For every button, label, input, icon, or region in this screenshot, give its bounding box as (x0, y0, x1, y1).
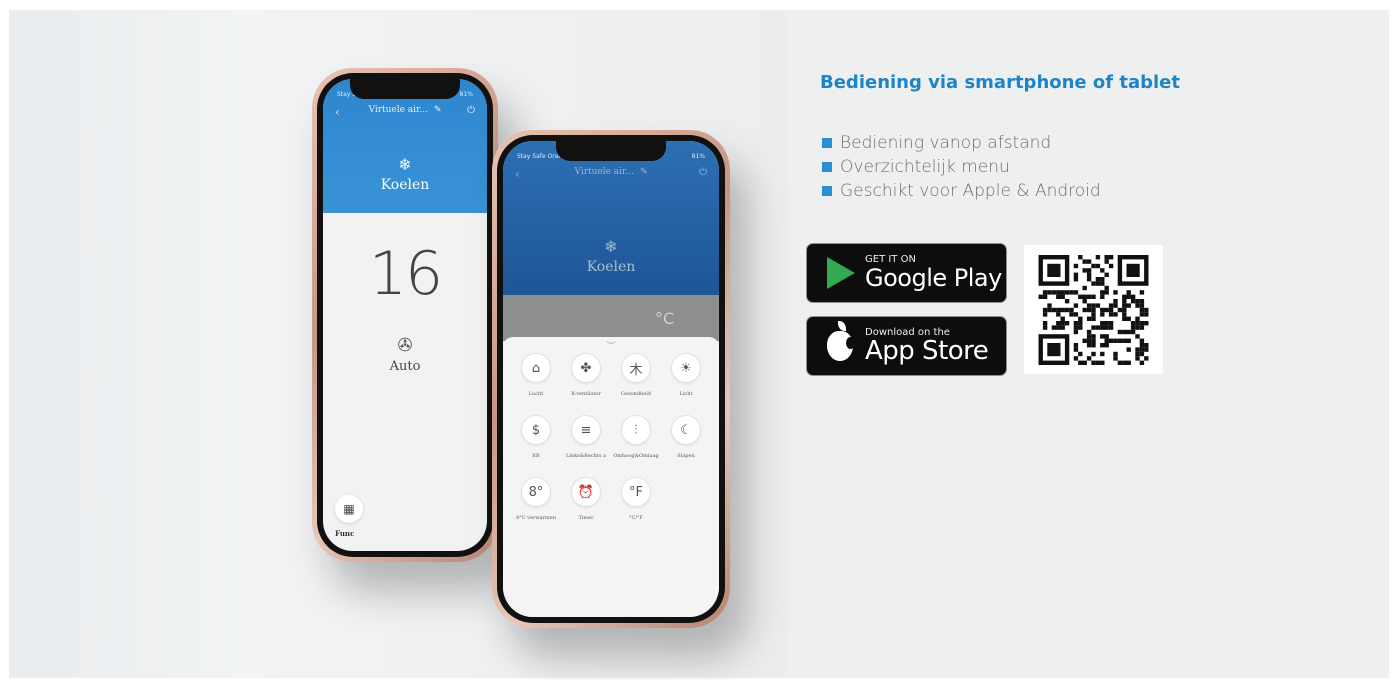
function-icon: ⏰ (571, 477, 601, 507)
battery-text: 81% (459, 91, 473, 98)
app-store-badge[interactable]: Download on the App Store (806, 316, 1007, 376)
function-icon: ☀ (671, 353, 701, 383)
function-label: °C/°F (629, 515, 643, 521)
function-button[interactable]: 8° 8°C verwarmen (511, 477, 561, 529)
function-icon: ☾ (671, 415, 701, 445)
function-label: Links&Rechts a (565, 453, 607, 459)
function-button[interactable]: ☀ Licht (661, 353, 711, 405)
feature-list: Bediening vanop afstand Overzichtelijk m… (822, 131, 1101, 203)
device-name[interactable]: Virtuele air... (574, 167, 633, 177)
function-label: Timer (578, 515, 594, 521)
function-label: Lucht (528, 391, 544, 397)
snowflake-icon: ❄ (604, 237, 618, 256)
function-label: Gezondheid (621, 391, 651, 397)
mode-header: Stay Safe Orange B 4G 09:18 81% ‹ Virtue… (503, 141, 719, 295)
function-label: Slapen (677, 453, 695, 459)
chevron-down-icon[interactable]: ︶ (606, 339, 615, 352)
function-grid: ⌂ Lucht ✤ X-ventilator ⽊ Gezondheid ☀ Licht $ EB ≡… (511, 353, 711, 529)
function-icon: °F (621, 477, 651, 507)
page: Stay Safe Orange B 4G 09:17 81% ‹ Virtue… (0, 0, 1394, 680)
google-play-badge[interactable]: GET IT ON Google Play (806, 243, 1007, 303)
badge-big-text: App Store (865, 336, 989, 366)
feature-text: Overzichtelijk menu (840, 157, 1010, 177)
function-label: Licht (679, 391, 693, 397)
temperature-dimmed: °C (503, 295, 719, 341)
mode-header: Stay Safe Orange B 4G 09:17 81% ‹ Virtue… (323, 79, 487, 213)
function-icon: ≡ (571, 415, 601, 445)
function-icon: ✤ (571, 353, 601, 383)
phone-back-screen: Stay Safe Orange B 4G 09:17 81% ‹ Virtue… (323, 79, 487, 551)
chevron-left-icon[interactable]: ‹ (515, 167, 520, 181)
grid-icon: ▦ (343, 502, 355, 516)
function-button[interactable]: ✤ X-ventilator (561, 353, 611, 405)
function-panel: ︶ ⌂ Lucht ✤ X-ventilator ⽊ Gezondheid ☀ Licht $ E… (503, 337, 719, 617)
pencil-icon[interactable]: ✎ (640, 167, 648, 177)
fan-mode-label[interactable]: Auto (323, 359, 487, 374)
function-icon: ⫶ (621, 415, 651, 445)
bullet-icon (822, 186, 832, 196)
function-icon: ⌂ (521, 353, 551, 383)
function-button[interactable]: ≡ Links&Rechts a (561, 415, 611, 467)
feature-text: Geschikt voor Apple & Android (840, 181, 1101, 201)
list-item: Overzichtelijk menu (822, 155, 1101, 179)
power-icon[interactable]: ⏻ (467, 105, 475, 116)
function-button[interactable]: ☾ Slapen (661, 415, 711, 467)
mode-label: Koelen (586, 259, 636, 275)
device-name[interactable]: Virtuele air... (368, 105, 427, 115)
qr-code-icon (1038, 255, 1149, 365)
function-icon: 8° (521, 477, 551, 507)
section-heading: Bediening via smartphone of tablet (820, 72, 1180, 93)
fan-icon[interactable]: ✇ (323, 335, 487, 356)
feature-text: Bediening vanop afstand (840, 133, 1052, 153)
func-button[interactable]: ▦ (335, 495, 363, 523)
mode-label[interactable]: Koelen (323, 177, 487, 193)
app-title-bar: ‹ Virtuele air... ✎ ⏻ (503, 167, 719, 183)
function-button[interactable]: ⌂ Lucht (511, 353, 561, 405)
temperature-display[interactable]: 16 (323, 239, 487, 309)
phone-front: Stay Safe Orange B 4G 09:18 81% ‹ Virtue… (492, 130, 730, 628)
badge-big-text: Google Play (865, 264, 1002, 292)
badge-text: Download on the App Store (865, 328, 989, 366)
battery-text: 81% (691, 153, 705, 160)
bullet-icon (822, 138, 832, 148)
function-button[interactable]: ⫶ Omhoog&Omlaag (611, 415, 661, 467)
bullet-icon (822, 162, 832, 172)
phone-notch (556, 141, 666, 161)
app-title-bar: ‹ Virtuele air... ✎ ⏻ (323, 105, 487, 121)
function-button[interactable]: $ EB (511, 415, 561, 467)
apple-icon (827, 321, 855, 361)
function-button[interactable]: °F °C/°F (611, 477, 661, 529)
list-item: Bediening vanop afstand (822, 131, 1101, 155)
function-label: EB (532, 453, 540, 459)
list-item: Geschikt voor Apple & Android (822, 179, 1101, 203)
phone-back: Stay Safe Orange B 4G 09:17 81% ‹ Virtue… (312, 68, 498, 562)
function-label: X-ventilator (571, 391, 601, 397)
qr-code[interactable] (1024, 245, 1163, 374)
power-icon[interactable]: ⏻ (699, 167, 707, 178)
snowflake-icon: ❄ (398, 155, 412, 174)
function-icon: $ (521, 415, 551, 445)
function-label: Omhoog&Omlaag (613, 453, 659, 459)
phone-front-screen: Stay Safe Orange B 4G 09:18 81% ‹ Virtue… (503, 141, 719, 617)
phone-notch (350, 79, 460, 99)
func-label: Func (335, 529, 355, 538)
temperature-unit: °C (655, 309, 675, 328)
chevron-left-icon[interactable]: ‹ (335, 105, 340, 119)
pencil-icon[interactable]: ✎ (434, 105, 442, 115)
function-label: 8°C verwarmen (516, 515, 556, 521)
function-icon: ⽊ (621, 353, 651, 383)
google-play-icon (827, 257, 855, 289)
function-button[interactable]: ⏰ Timer (561, 477, 611, 529)
badge-text: GET IT ON Google Play (865, 255, 1002, 292)
function-button[interactable]: ⽊ Gezondheid (611, 353, 661, 405)
